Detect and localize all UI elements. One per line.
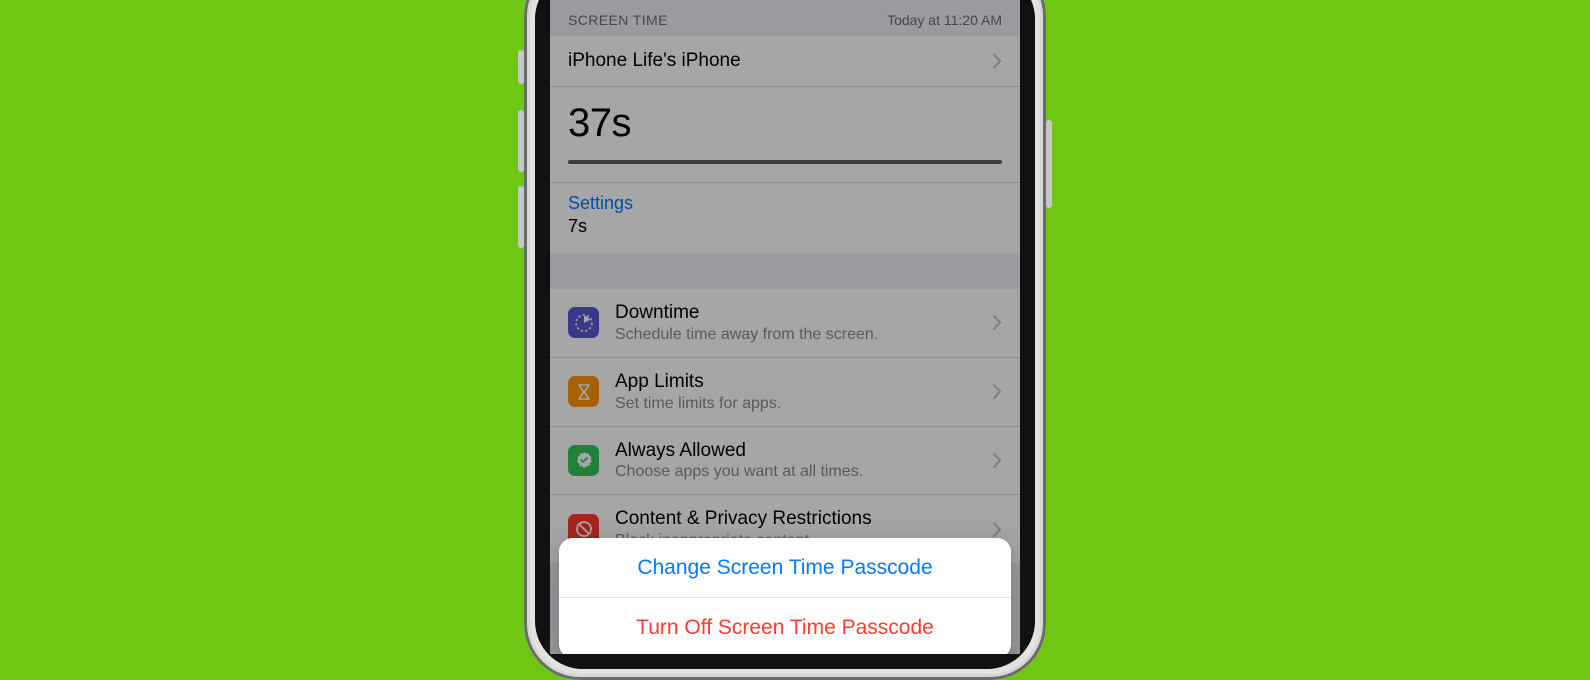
option-title: Content & Privacy Restrictions	[615, 507, 976, 531]
screen: SCREEN TIME Today at 11:20 AM iPhone Lif…	[550, 0, 1020, 654]
option-title: Downtime	[615, 301, 976, 325]
phone-bezel: SCREEN TIME Today at 11:20 AM iPhone Lif…	[535, 0, 1035, 669]
power-button	[1046, 120, 1052, 208]
button-label: Turn Off Screen Time Passcode	[636, 616, 934, 640]
mute-switch	[518, 50, 524, 84]
app-usage-name[interactable]: Settings	[568, 193, 1002, 214]
option-subtitle: Schedule time away from the screen.	[615, 325, 976, 345]
chevron-right-icon	[993, 384, 1002, 399]
option-title: Always Allowed	[615, 439, 976, 463]
hourglass-icon	[568, 376, 599, 407]
action-sheet-card: Change Screen Time Passcode Turn Off Scr…	[559, 538, 1011, 654]
usage-group: iPhone Life's iPhone 37s Settings 7s	[550, 36, 1020, 253]
usage-bar-fill	[568, 160, 1002, 164]
usage-bar	[568, 160, 1002, 164]
total-usage: 37s	[568, 101, 1002, 146]
section-gap	[550, 253, 1020, 289]
action-sheet: Change Screen Time Passcode Turn Off Scr…	[559, 538, 1011, 654]
option-subtitle: Choose apps you want at all times.	[615, 462, 976, 482]
button-label: Change Screen Time Passcode	[637, 556, 932, 580]
turn-off-passcode-button[interactable]: Turn Off Screen Time Passcode	[559, 598, 1011, 654]
section-header: SCREEN TIME Today at 11:20 AM	[550, 0, 1020, 36]
app-usage-time: 7s	[568, 216, 1002, 237]
device-name: iPhone Life's iPhone	[568, 50, 741, 72]
chevron-right-icon	[993, 315, 1002, 330]
app-limits-row[interactable]: App Limits Set time limits for apps.	[550, 358, 1020, 427]
check-badge-icon	[568, 445, 599, 476]
section-label: SCREEN TIME	[568, 12, 668, 28]
chevron-right-icon	[993, 453, 1002, 468]
change-passcode-button[interactable]: Change Screen Time Passcode	[559, 538, 1011, 598]
chevron-right-icon	[993, 54, 1002, 69]
downtime-row[interactable]: Downtime Schedule time away from the scr…	[550, 289, 1020, 358]
downtime-icon	[568, 307, 599, 338]
volume-down-button	[518, 186, 524, 248]
always-allowed-row[interactable]: Always Allowed Choose apps you want at a…	[550, 427, 1020, 496]
usage-summary: 37s	[550, 87, 1020, 183]
settings-content: SCREEN TIME Today at 11:20 AM iPhone Lif…	[550, 0, 1020, 563]
app-usage: Settings 7s	[550, 183, 1020, 253]
device-row[interactable]: iPhone Life's iPhone	[550, 36, 1020, 87]
section-timestamp: Today at 11:20 AM	[887, 12, 1002, 28]
chevron-right-icon	[993, 522, 1002, 537]
phone-frame: SCREEN TIME Today at 11:20 AM iPhone Lif…	[524, 0, 1046, 680]
option-subtitle: Set time limits for apps.	[615, 394, 976, 414]
options-group: Downtime Schedule time away from the scr…	[550, 289, 1020, 563]
volume-up-button	[518, 110, 524, 172]
option-title: App Limits	[615, 370, 976, 394]
